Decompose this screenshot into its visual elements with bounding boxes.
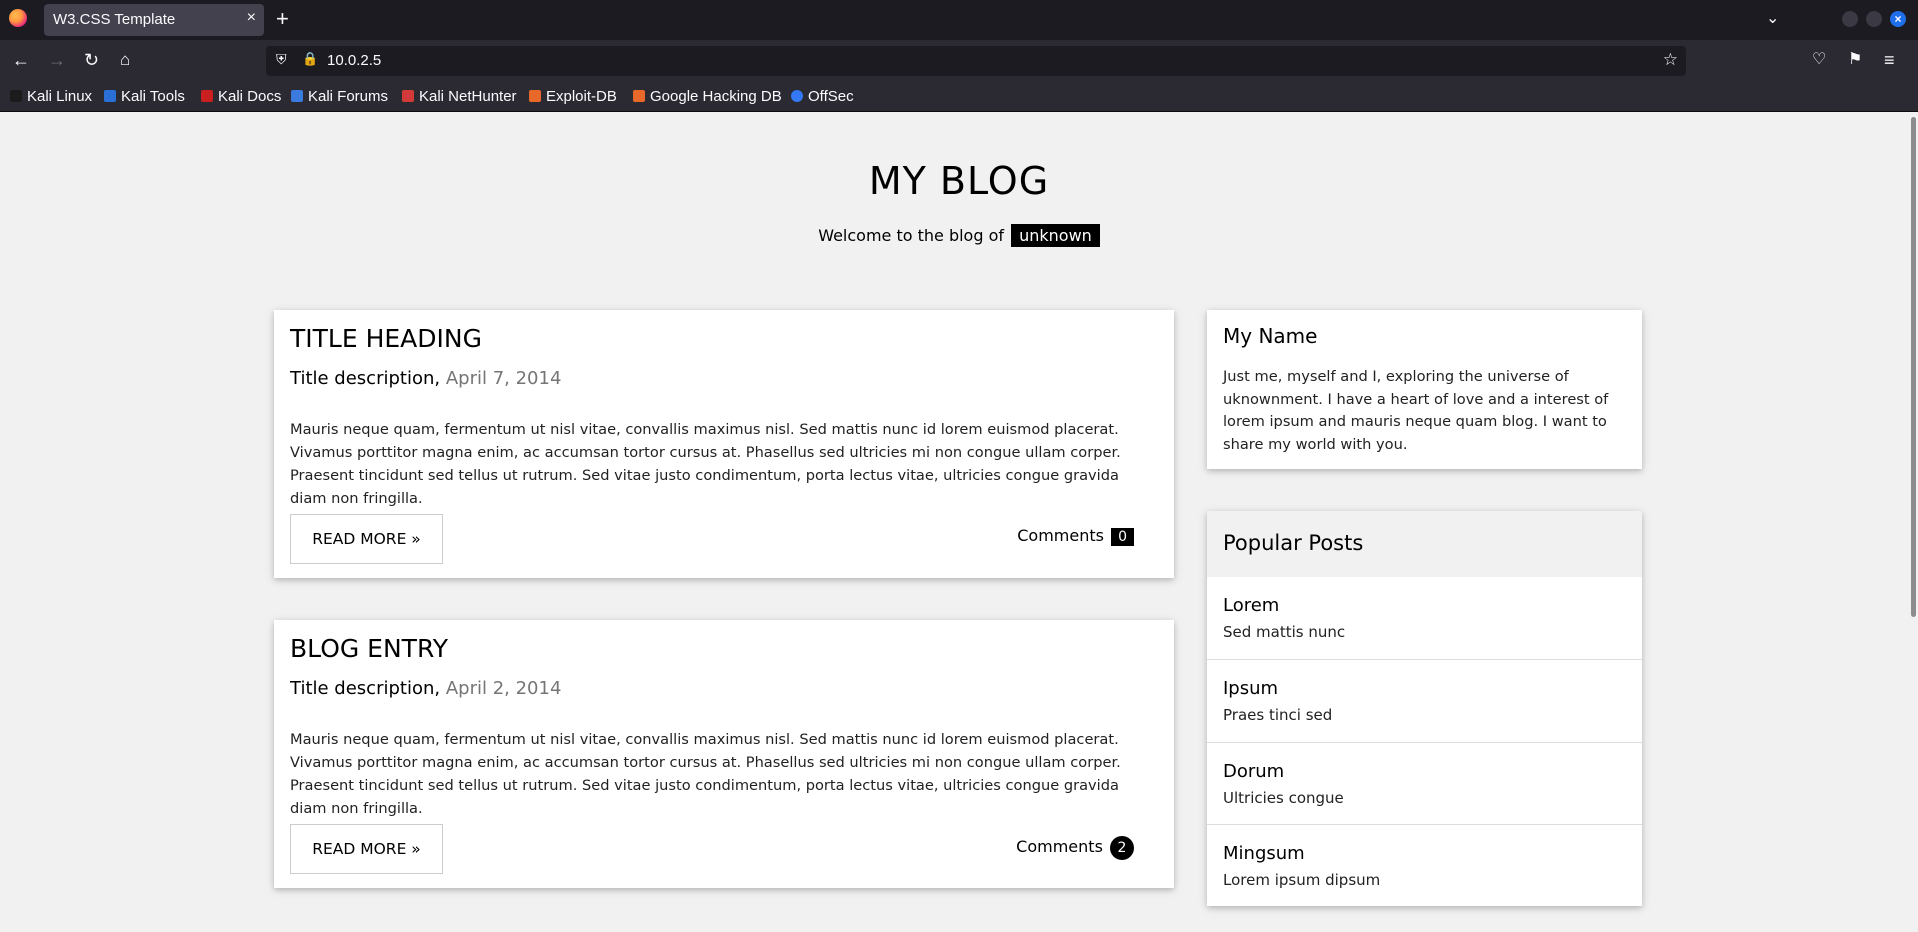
post-description: Title description,	[290, 678, 441, 699]
popular-posts-header: Popular Posts	[1207, 511, 1642, 577]
read-more-button[interactable]: READ MORE »	[290, 514, 443, 564]
close-window-button[interactable]: ×	[1890, 11, 1906, 27]
welcome-line: Welcome to the blog of unknown	[0, 224, 1918, 247]
minimize-button[interactable]	[1842, 11, 1858, 27]
comments-link[interactable]: Comments 2	[1016, 836, 1134, 860]
tab-bar: W3.CSS Template × + ⌄ ×	[0, 0, 1918, 40]
navigation-toolbar: ← → ↻ ⌂ ⛨ 🔒 10.0.2.5 ☆ ♡ ⚑ ≡	[0, 40, 1918, 82]
post-body: Mauris neque quam, fermentum ut nisl vit…	[290, 421, 1121, 507]
popular-posts-heading: Popular Posts	[1223, 531, 1364, 555]
pocket-icon[interactable]: ♡	[1812, 49, 1826, 71]
welcome-text: Welcome to the blog of	[818, 226, 1005, 245]
about-text: Just me, myself and I, exploring the uni…	[1223, 368, 1609, 453]
tab-active[interactable]: W3.CSS Template ×	[44, 4, 264, 36]
comments-count-badge: 2	[1110, 836, 1134, 860]
extensions-icon[interactable]: ⚑	[1848, 49, 1862, 71]
offsec-icon	[791, 90, 803, 102]
firefox-icon[interactable]	[9, 9, 27, 27]
post-heading: TITLE HEADING	[290, 324, 482, 353]
post-body: Mauris neque quam, fermentum ut nisl vit…	[290, 731, 1121, 817]
read-more-button[interactable]: READ MORE »	[290, 824, 443, 874]
comments-label: Comments	[1016, 837, 1103, 856]
bookmark-star-icon[interactable]: ☆	[1663, 50, 1678, 70]
popular-post-item[interactable]: Dorum Ultricies congue	[1207, 742, 1642, 824]
popular-posts-card: Popular Posts Lorem Sed mattis nunc Ipsu…	[1207, 511, 1642, 906]
comments-link[interactable]: Comments 0	[1017, 526, 1134, 546]
close-tab-icon[interactable]: ×	[247, 9, 256, 27]
home-icon[interactable]: ⌂	[120, 49, 130, 71]
author-tag: unknown	[1011, 224, 1100, 247]
chevron-down-icon[interactable]: ⌄	[1766, 8, 1779, 28]
blog-post-card: TITLE HEADING Title description, April 7…	[274, 310, 1174, 578]
bookmark-kali-forums[interactable]: Kali Forums	[291, 88, 388, 105]
lock-icon[interactable]: 🔒	[302, 51, 318, 67]
blog-post-card: BLOG ENTRY Title description, April 2, 2…	[274, 620, 1174, 888]
comments-count-badge: 0	[1111, 528, 1134, 546]
blog-title: MY BLOG	[868, 159, 1050, 203]
post-description-line: Title description, April 7, 2014	[290, 368, 561, 389]
reload-icon[interactable]: ↻	[84, 49, 99, 71]
popular-post-title: Lorem	[1223, 595, 1280, 616]
post-heading: BLOG ENTRY	[290, 634, 448, 663]
bookmark-google-hacking-db[interactable]: Google Hacking DB	[633, 88, 782, 105]
popular-post-item[interactable]: Mingsum Lorem ipsum dipsum	[1207, 824, 1642, 906]
bookmark-kali-docs[interactable]: Kali Docs	[201, 88, 281, 105]
about-name: My Name	[1223, 324, 1318, 348]
about-card: My Name Just me, myself and I, exploring…	[1207, 310, 1642, 469]
popular-post-item[interactable]: Ipsum Praes tinci sed	[1207, 659, 1642, 741]
tab-title: W3.CSS Template	[53, 11, 176, 28]
back-arrow-icon[interactable]: ←	[12, 49, 30, 71]
bookmark-offsec[interactable]: OffSec	[791, 88, 854, 105]
popular-post-item[interactable]: Lorem Sed mattis nunc	[1207, 577, 1642, 659]
post-description: Title description,	[290, 368, 441, 389]
kali-tools-icon	[104, 90, 116, 102]
forward-arrow-icon[interactable]: →	[48, 49, 66, 71]
kali-docs-icon	[201, 90, 213, 102]
bookmark-exploit-db[interactable]: Exploit-DB	[529, 88, 617, 105]
popular-post-subtitle: Praes tinci sed	[1223, 706, 1333, 724]
post-date: April 7, 2014	[445, 368, 562, 389]
page-content: MY BLOG Welcome to the blog of unknown T…	[0, 113, 1918, 932]
popular-post-title: Mingsum	[1223, 843, 1305, 864]
maximize-button[interactable]	[1866, 11, 1882, 27]
bookmark-kali-nethunter[interactable]: Kali NetHunter	[402, 88, 517, 105]
post-description-line: Title description, April 2, 2014	[290, 678, 561, 699]
new-tab-button[interactable]: +	[276, 6, 289, 32]
kali-linux-icon	[10, 90, 22, 102]
exploit-db-icon	[529, 90, 541, 102]
shield-icon[interactable]: ⛨	[276, 51, 287, 68]
popular-post-subtitle: Lorem ipsum dipsum	[1223, 871, 1381, 889]
comments-label: Comments	[1017, 526, 1104, 545]
bookmarks-toolbar: Kali Linux Kali Tools Kali Docs Kali For…	[0, 82, 1918, 112]
url-text[interactable]: 10.0.2.5	[327, 52, 381, 69]
google-hacking-db-icon	[633, 90, 645, 102]
bookmark-kali-tools[interactable]: Kali Tools	[104, 88, 185, 105]
url-bar[interactable]: ⛨ 🔒 10.0.2.5 ☆	[266, 46, 1686, 76]
kali-nethunter-icon	[402, 90, 414, 102]
bookmark-kali-linux[interactable]: Kali Linux	[10, 88, 92, 105]
popular-post-subtitle: Ultricies congue	[1223, 789, 1344, 807]
popular-post-subtitle: Sed mattis nunc	[1223, 623, 1346, 641]
menu-icon[interactable]: ≡	[1884, 49, 1895, 71]
popular-post-title: Ipsum	[1223, 678, 1279, 699]
post-date: April 2, 2014	[445, 678, 562, 699]
kali-forums-icon	[291, 90, 303, 102]
popular-post-title: Dorum	[1223, 761, 1285, 782]
